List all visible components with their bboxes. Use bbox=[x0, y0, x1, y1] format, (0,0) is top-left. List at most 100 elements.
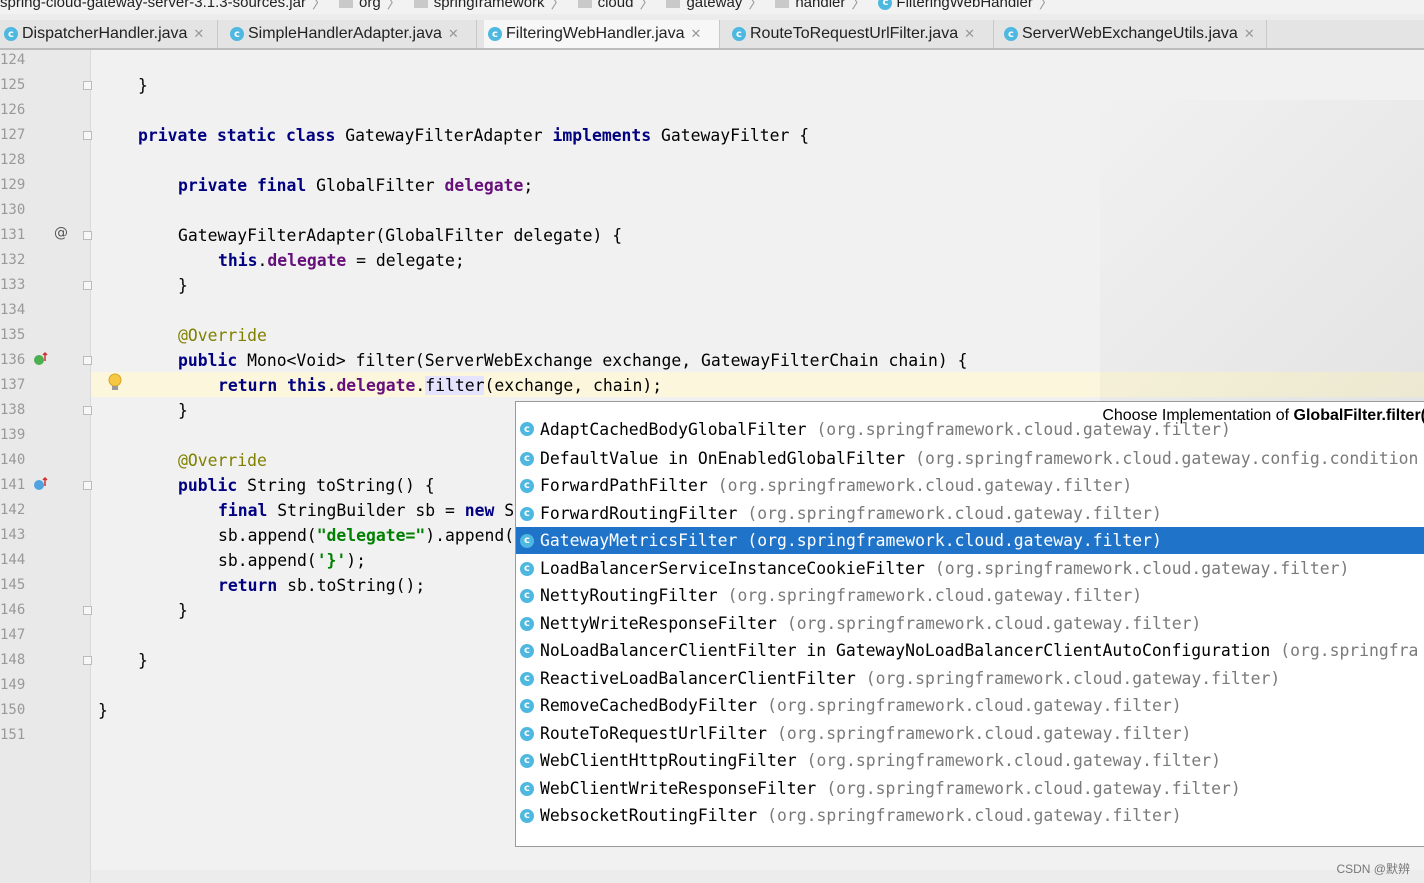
breadcrumb-handler[interactable]: handler 〉 bbox=[775, 0, 872, 13]
implementation-package: (org.springframework.cloud.gateway.filte… bbox=[717, 476, 1133, 495]
implementation-name: AdaptCachedBodyGlobalFilter bbox=[540, 419, 807, 439]
tab-routetorequesturlfilter[interactable]: c RouteToRequestUrlFilter.java ✕ bbox=[728, 20, 994, 48]
tab-dispatcherhandler[interactable]: c DispatcherHandler.java ✕ bbox=[0, 20, 218, 48]
folder-icon bbox=[413, 0, 428, 8]
code-string: '}' bbox=[316, 551, 347, 570]
close-icon[interactable]: ✕ bbox=[964, 26, 975, 42]
tab-label: SimpleHandlerAdapter.java bbox=[248, 25, 442, 42]
folder-icon bbox=[666, 0, 681, 8]
implementation-name: ForwardPathFilter bbox=[540, 476, 708, 495]
close-icon[interactable]: ✕ bbox=[690, 26, 701, 42]
implementation-item[interactable]: c ForwardRoutingFilter (org.springframewor… bbox=[516, 500, 1424, 527]
fold-marker[interactable] bbox=[83, 231, 92, 240]
implementation-package: (org.springframework.cloud.gateway.filte… bbox=[786, 614, 1202, 633]
implementation-item[interactable]: c AdaptCachedBodyGlobalFilter (org.springf… bbox=[516, 419, 1424, 439]
implementation-item[interactable]: c ForwardPathFilter (org.springframework.c… bbox=[516, 472, 1424, 499]
code-annotation: @Override bbox=[178, 326, 267, 345]
override-method-icon[interactable] bbox=[33, 476, 49, 495]
class-icon: c bbox=[520, 561, 534, 576]
implementation-package: (org.springfra bbox=[1280, 641, 1419, 660]
choose-implementation-popup[interactable]: Choose Implementation of GlobalFilter.fi… bbox=[515, 401, 1424, 847]
code-line-142: final StringBuilder sb = new S bbox=[98, 498, 514, 523]
code-keyword: new bbox=[464, 501, 495, 520]
watermark: CSDN @默辨 bbox=[1336, 862, 1410, 876]
code-text: GlobalFilter bbox=[306, 176, 445, 195]
implementation-package: (org.springframework.cloud.gateway.filte… bbox=[826, 779, 1241, 798]
class-icon: c bbox=[520, 671, 534, 686]
class-icon: c bbox=[520, 698, 534, 713]
implementation-name: DefaultValue in OnEnabledGlobalFilter bbox=[540, 449, 906, 468]
implementation-item[interactable]: c DefaultValue in OnEnabledGlobalFilter (o… bbox=[516, 445, 1424, 472]
breadcrumb-gateway[interactable]: gateway 〉 bbox=[666, 0, 769, 13]
implementation-package: (org.springframework.cloud.gateway.filte… bbox=[776, 724, 1192, 743]
breadcrumb-cloud[interactable]: cloud 〉 bbox=[577, 0, 661, 13]
close-icon[interactable]: ✕ bbox=[448, 26, 459, 42]
code-text: ).append( bbox=[425, 526, 515, 545]
fold-marker[interactable] bbox=[83, 281, 92, 290]
tab-serverwebexchangeutils[interactable]: c ServerWebExchangeUtils.java ✕ bbox=[1000, 20, 1267, 48]
implementation-package: (org.springframework.cloud.gateway.filte… bbox=[816, 419, 1231, 439]
implementation-name: NoLoadBalancerClientFilter in GatewayNoL… bbox=[540, 641, 1271, 660]
breadcrumb-jar[interactable]: spring-cloud-gateway-server-3.1.3-source… bbox=[0, 0, 333, 13]
code-line-135: @Override bbox=[98, 323, 267, 348]
class-icon: c bbox=[520, 422, 534, 436]
breadcrumb-filteringwebhandler[interactable]: c FilteringWebHandler 〉 bbox=[878, 0, 1059, 13]
fold-marker[interactable] bbox=[83, 481, 92, 490]
implementation-item-selected[interactable]: c GatewayMetricsFilter (org.springframewor… bbox=[516, 527, 1424, 554]
breadcrumb-springframework[interactable]: springframework 〉 bbox=[413, 0, 572, 13]
implementation-name: NettyWriteResponseFilter bbox=[540, 614, 777, 633]
code-field: delegate bbox=[336, 376, 416, 395]
class-icon: c bbox=[520, 781, 534, 796]
line-number: 143 bbox=[0, 527, 26, 543]
line-number: 135 bbox=[0, 327, 26, 343]
line-number: 136 bbox=[0, 352, 26, 368]
code-line-145: return sb.toString(); bbox=[98, 573, 425, 598]
implementation-name: ForwardRoutingFilter bbox=[540, 504, 738, 523]
fold-marker[interactable] bbox=[83, 81, 92, 90]
breadcrumb: spring-cloud-gateway-server-3.1.3-source… bbox=[0, 0, 1424, 14]
implementation-item[interactable]: c ReactiveLoadBalancerClientFilter (org.sp… bbox=[516, 665, 1424, 692]
fold-marker[interactable] bbox=[83, 656, 92, 665]
line-number: 148 bbox=[0, 652, 26, 668]
implementation-item[interactable]: c LoadBalancerServiceInstanceCookieFilter… bbox=[516, 555, 1424, 582]
line-number: 125 bbox=[0, 77, 26, 93]
implementation-item[interactable]: c NettyWriteResponseFilter (org.springfram… bbox=[516, 610, 1424, 637]
fold-marker[interactable] bbox=[83, 131, 92, 140]
code-text: String toString() { bbox=[237, 476, 435, 495]
code-line-136: public Mono<Void> filter(ServerWebExchan… bbox=[98, 348, 967, 373]
implement-override-icon[interactable] bbox=[33, 351, 49, 370]
tab-simplehandleradapter[interactable]: c SimpleHandlerAdapter.java ✕ bbox=[226, 20, 477, 48]
code-text: } bbox=[98, 701, 108, 720]
implementation-item[interactable]: c NoLoadBalancerClientFilter in GatewayNo… bbox=[516, 637, 1424, 664]
constructor-at-icon[interactable]: @ bbox=[54, 225, 68, 241]
code-text: GatewayFilterAdapter(GlobalFilter delega… bbox=[178, 226, 623, 245]
code-text: Mono<Void> filter(ServerWebExchange exch… bbox=[237, 351, 968, 370]
line-number: 147 bbox=[0, 627, 26, 643]
breadcrumb-org[interactable]: org 〉 bbox=[338, 0, 408, 13]
implementation-item[interactable]: c RouteToRequestUrlFilter (org.springframe… bbox=[516, 720, 1424, 747]
implementation-name: NettyRoutingFilter bbox=[540, 586, 718, 605]
implementation-item[interactable]: c WebClientWriteResponseFilter (org.spring… bbox=[516, 775, 1424, 802]
fold-marker[interactable] bbox=[83, 406, 92, 415]
close-icon[interactable]: ✕ bbox=[193, 26, 204, 42]
tab-filteringwebhandler[interactable]: c FilteringWebHandler.java ✕ bbox=[484, 20, 720, 48]
implementation-name: WebClientWriteResponseFilter bbox=[540, 779, 817, 798]
code-text: } bbox=[138, 76, 148, 95]
implementation-item[interactable]: c WebClientHttpRoutingFilter (org.springfr… bbox=[516, 747, 1424, 774]
implementation-item[interactable]: c NettyRoutingFilter (org.springframework.… bbox=[516, 582, 1424, 609]
fold-marker[interactable] bbox=[83, 356, 92, 365]
class-icon: c bbox=[4, 27, 18, 41]
class-icon: c bbox=[520, 808, 534, 823]
implementation-package: (org.springframework.cloud.gateway.filte… bbox=[806, 751, 1222, 770]
implementation-item[interactable]: c WebsocketRoutingFilter (org.springframew… bbox=[516, 802, 1424, 829]
fold-marker[interactable] bbox=[83, 606, 92, 615]
line-number: 130 bbox=[0, 202, 26, 218]
implementation-item[interactable]: c RemoveCachedBodyFilter (org.springframew… bbox=[516, 692, 1424, 719]
code-text: StringBuilder sb = bbox=[267, 501, 465, 520]
code-line-143: sb.append("delegate=").append( bbox=[98, 523, 514, 548]
editor-gutter[interactable]: 124 125 126 127 128 129 130 131 132 133 … bbox=[0, 50, 92, 883]
breadcrumb-separator: 〉 bbox=[550, 0, 566, 12]
close-icon[interactable]: ✕ bbox=[1244, 26, 1255, 42]
code-method-selected[interactable]: filter bbox=[425, 376, 485, 395]
implementation-name: WebsocketRoutingFilter bbox=[540, 806, 758, 825]
